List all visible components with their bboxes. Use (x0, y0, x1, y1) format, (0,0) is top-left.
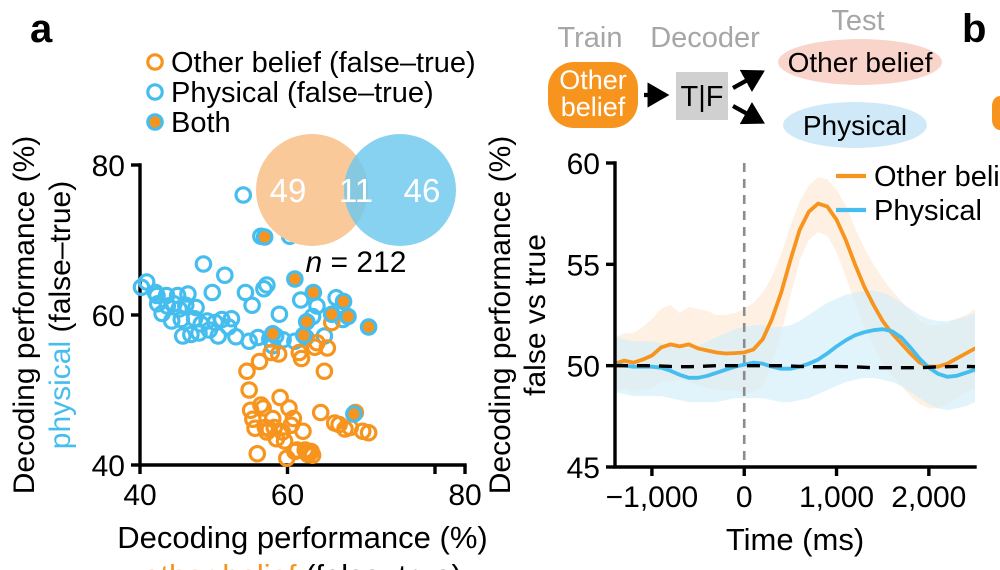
scatter-ylabel-line2: physical (false–true) (44, 181, 77, 449)
scatter-point-both (297, 312, 316, 331)
scatter-point (315, 362, 334, 381)
scatter-point (234, 186, 253, 204)
scatter-point-both (359, 318, 378, 336)
timecourse-legend-label: Other belief (874, 161, 1000, 193)
timecourse-x-tick-label: 2,000 (891, 481, 966, 514)
venn-right-value: 46 (404, 172, 441, 209)
venn-n-label: n = 212 (306, 246, 407, 279)
panel-a-letter: a (30, 7, 53, 51)
scatter-xlabel-colored: other belief (143, 558, 297, 570)
scatter-point-both (322, 305, 341, 324)
diagram-arrow-test-other-belief (731, 69, 765, 92)
timecourse-x-tick-label: 0 (736, 481, 753, 514)
scatter-ylabel-rest: (false–true) (44, 181, 77, 341)
timecourse-legend-label: Physical (874, 195, 982, 227)
legend-label: Other belief (false–true) (171, 47, 476, 79)
timecourse-x-tick-label: −1,000 (606, 481, 699, 514)
scatter-y-tick-label: 60 (92, 300, 125, 333)
venn-n-symbol: n (306, 246, 323, 279)
diagram-decoder-label: Decoder (650, 22, 760, 54)
diagram-test-physical-text: Physical (803, 110, 907, 141)
scatter-point (194, 255, 213, 273)
scatter-point (294, 422, 312, 441)
scatter-point (243, 296, 261, 315)
diagram-train-label: Train (558, 22, 623, 54)
diagram-train-box-line1: Other (559, 65, 627, 95)
timecourse-y-tick-label: 55 (567, 249, 600, 282)
scatter-point-both (345, 405, 363, 423)
diagram-decoder-text: T|F (681, 81, 724, 113)
scatter-y-tick-label: 80 (92, 150, 125, 183)
timecourse-xlabel: Time (ms) (726, 522, 864, 557)
legend-marker-both (146, 113, 164, 131)
scatter-point (216, 266, 234, 285)
scatter-x-tick-label: 60 (271, 479, 304, 512)
scatter-xlabel-rest: (false–true) (296, 558, 461, 570)
figure-svg: ab406080406080Decoding performance (%)ot… (8, 5, 1000, 570)
timecourse-legend: Other beliefPhysical (836, 161, 1000, 227)
scatter-legend: Other belief (false–true)Physical (false… (146, 47, 476, 139)
legend-marker (146, 83, 164, 101)
timecourse-x-tick-label: 1,000 (799, 481, 874, 514)
legend-label: Physical (false–true) (171, 77, 434, 109)
panel-b-partial-box (992, 96, 1000, 130)
timecourse-ylabel: Decoding performance (%) false vs true (484, 136, 552, 495)
venn-left-value: 49 (270, 172, 307, 209)
scatter-point (270, 305, 289, 324)
scatter-x-tick-label: 40 (123, 479, 156, 512)
venn-n-value: = 212 (322, 246, 406, 279)
scatter-ylabel-colored: physical (44, 341, 77, 449)
scatter-ylabel: Decoding performance (%) physical (false–… (8, 136, 77, 495)
scatter-ylabel-line1: Decoding performance (%) (8, 136, 41, 495)
legend-label: Both (171, 107, 231, 139)
diagram-arrow-test-physical (731, 102, 765, 125)
scatter-point-both (286, 270, 304, 288)
scatter-point (311, 403, 330, 422)
timecourse-ylabel-line2: false vs true (519, 234, 552, 396)
scatter-point-both (263, 324, 282, 343)
decoder-diagram: Train Decoder Test Otherbelief T|F Other beli… (548, 5, 942, 148)
scatter-point-both (339, 307, 357, 326)
figure-root: ab406080406080Decoding performance (%)ot… (0, 0, 1000, 570)
diagram-test-label: Test (831, 5, 884, 37)
scatter-point-both (334, 292, 353, 311)
scatter-point-both (255, 228, 274, 246)
scatter-point (203, 283, 222, 302)
scatter-point (238, 362, 256, 381)
scatter-xlabel-line2: other belief (false–true) (143, 558, 462, 570)
scatter-y-tick-label: 40 (92, 450, 125, 483)
timecourse-y-tick-label: 50 (567, 351, 600, 384)
diagram-train-box-line2: belief (561, 92, 626, 122)
scatter-point (258, 276, 276, 294)
scatter-point (248, 444, 267, 463)
scatter-point (240, 332, 258, 351)
panel-b-letter: b (962, 7, 986, 51)
legend-marker (146, 53, 164, 71)
timecourse-y-tick-label: 60 (567, 148, 600, 181)
venn-diagram: 49 11 46 n = 212 (256, 134, 456, 279)
timecourse-y-tick-label: 45 (567, 452, 600, 485)
scatter-x-tick-label: 80 (448, 479, 481, 512)
scatter-point (240, 381, 258, 399)
scatter-point-both (304, 283, 323, 302)
diagram-test-other-belief-text: Other belief (788, 47, 933, 78)
venn-overlap-value: 11 (339, 172, 373, 209)
timecourse-ylabel-line1: Decoding performance (%) (484, 136, 517, 495)
scatter-xlabel-line1: Decoding performance (%) (117, 520, 487, 555)
